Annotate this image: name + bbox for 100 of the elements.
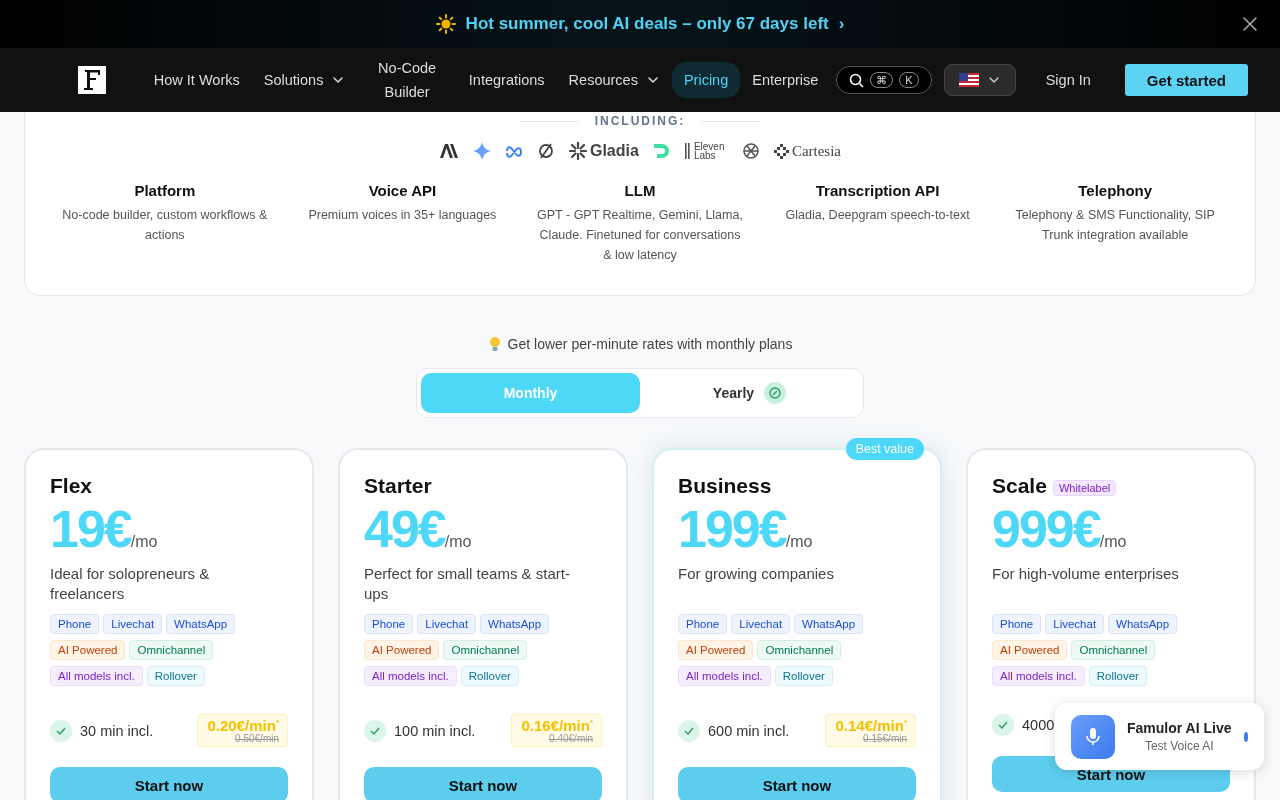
sun-icon xyxy=(435,14,456,34)
feature-tag: Rollover xyxy=(460,666,519,686)
nav-link[interactable]: Enterprise xyxy=(740,62,831,98)
search-button[interactable]: ⌘ K xyxy=(836,66,932,94)
feature-tag: WhatsApp xyxy=(794,614,864,634)
nav-link[interactable]: How It Works xyxy=(141,62,252,98)
feature-tag: AI Powered xyxy=(992,640,1068,660)
price-period: /mo xyxy=(1099,533,1127,551)
feature-title: LLM xyxy=(623,182,657,199)
language-button[interactable] xyxy=(943,64,1016,96)
plan-description: Perfect for small teams & start-ups xyxy=(364,564,571,604)
plan-name: Business xyxy=(678,474,772,498)
brand-logo: Eleven Labs xyxy=(683,142,728,160)
start-button[interactable]: Start now xyxy=(364,767,602,800)
check-icon xyxy=(678,719,700,742)
feature-title: Telephony xyxy=(1077,182,1154,199)
plan-description: For growing companies xyxy=(678,564,835,584)
plan-description: For high-volume enterprises xyxy=(992,564,1180,584)
nav-link[interactable]: Resources xyxy=(556,62,672,98)
best-value-badge: Best value xyxy=(845,438,924,460)
feature-tag: AI Powered xyxy=(678,640,754,660)
feature-tag: Omnichannel xyxy=(443,640,528,660)
brand-mark-icon xyxy=(568,142,587,160)
price-period: /mo xyxy=(444,533,472,551)
rate-box: 0.20€/min$^{*}$ 0.50€/min xyxy=(196,714,288,747)
brand-logo-icon xyxy=(536,142,555,160)
check-icon xyxy=(50,719,72,742)
brand-logo: Cartesia xyxy=(773,142,842,160)
feature-description: No-code builder, custom workflows & actions xyxy=(61,207,269,244)
brand-mark-icon xyxy=(773,143,789,159)
brand-logo-icon xyxy=(472,142,491,160)
feature-tag: Livechat xyxy=(1045,614,1105,634)
plan-price: 999€ xyxy=(992,502,1100,556)
brand-logo: Gladia xyxy=(568,142,639,160)
plan-name: Starter xyxy=(364,474,432,498)
feature-tag: Omnichannel xyxy=(757,640,842,660)
plan-description: Ideal for solopreneurs & freelancers xyxy=(50,564,211,604)
feature-tag: Phone xyxy=(992,614,1042,634)
voice-call-button[interactable] xyxy=(1071,714,1115,759)
brand-logo-icon xyxy=(652,143,670,159)
whitelabel-tag: Whitelabel xyxy=(1052,480,1117,496)
feature-tag: All models incl. xyxy=(992,666,1085,686)
feature-tag: All models incl. xyxy=(50,666,143,686)
nav-link[interactable]: Solutions xyxy=(251,62,358,98)
feature-tag: Phone xyxy=(364,614,414,634)
feature-tag: All models incl. xyxy=(678,666,771,686)
feature-description: Premium voices in 35+ languages xyxy=(307,207,498,224)
widget-title: Famulor AI Live xyxy=(1127,720,1232,736)
feature-description: GPT - GPT Realtime, Gemini, Llama, Claude. Finetuned for conversations & low latency xyxy=(536,207,744,264)
nav-link[interactable]: Pricing xyxy=(671,62,741,98)
plan-price: 19€ xyxy=(50,502,131,556)
lightbulb-icon xyxy=(487,336,502,352)
brand-logo-icon xyxy=(438,142,459,160)
feature-tag: Livechat xyxy=(731,614,791,634)
feature-tag: All models incl. xyxy=(364,666,457,686)
tip-text: Get lower per-minute rates with monthly plans xyxy=(507,336,793,352)
brand-logo-icon xyxy=(741,142,760,160)
check-icon xyxy=(992,714,1014,736)
start-button[interactable]: Start now xyxy=(678,767,916,800)
get-started-button[interactable]: Get started xyxy=(1124,64,1248,96)
feature-tag: WhatsApp xyxy=(480,614,550,634)
microphone-icon xyxy=(1084,727,1102,746)
minutes-included: 4000 xyxy=(1022,717,1055,733)
minutes-included: 100 min incl. xyxy=(394,722,476,739)
plan-price: 199€ xyxy=(678,502,786,556)
sign-in-link[interactable]: Sign In xyxy=(1045,72,1091,88)
check-icon xyxy=(364,719,386,742)
feature-tag: Rollover xyxy=(146,666,205,686)
feature-title: Transcription API xyxy=(814,182,941,199)
nav-link[interactable]: Integrations xyxy=(456,62,557,98)
flag-icon xyxy=(958,73,979,87)
rate-box: 0.14€/min$^{*}$ 0.15€/min xyxy=(824,714,916,747)
feature-tag: Omnichannel xyxy=(129,640,214,660)
feature-tag: Livechat xyxy=(103,614,163,634)
feature-tag: WhatsApp xyxy=(166,614,236,634)
status-dot xyxy=(1243,731,1248,742)
feature-tag: Rollover xyxy=(1088,666,1147,686)
plan-name: Flex xyxy=(50,474,93,498)
feature-tag: Phone xyxy=(678,614,728,634)
widget-subtitle: Test Voice AI xyxy=(1144,739,1214,753)
nav-link[interactable]: No-Code Builder xyxy=(357,50,457,110)
discount-icon xyxy=(764,382,787,404)
promo-link[interactable]: Hot summer, cool AI deals – only 67 days left › xyxy=(435,14,845,34)
plan-price: 49€ xyxy=(364,502,445,556)
brand-mark-icon xyxy=(683,142,691,160)
feature-tag: AI Powered xyxy=(50,640,126,660)
start-button[interactable]: Start now xyxy=(50,767,288,800)
feature-tag: Omnichannel xyxy=(1071,640,1156,660)
feature-title: Platform xyxy=(133,182,197,199)
price-period: /mo xyxy=(785,533,813,551)
search-icon xyxy=(849,72,865,88)
plan-name: Scale xyxy=(992,474,1047,498)
rate-box: 0.16€/min$^{*}$ 0.40€/min xyxy=(510,714,602,747)
feature-description: Telephony & SMS Functionality, SIP Trunk integration available xyxy=(1014,207,1216,244)
feature-title: Voice API xyxy=(367,182,438,199)
feature-tag: WhatsApp xyxy=(1108,614,1178,634)
billing-tab[interactable]: Yearly xyxy=(640,373,859,413)
feature-tag: Phone xyxy=(50,614,100,634)
section-label: INCLUDING: xyxy=(594,114,686,128)
close-icon[interactable] xyxy=(1242,16,1258,32)
